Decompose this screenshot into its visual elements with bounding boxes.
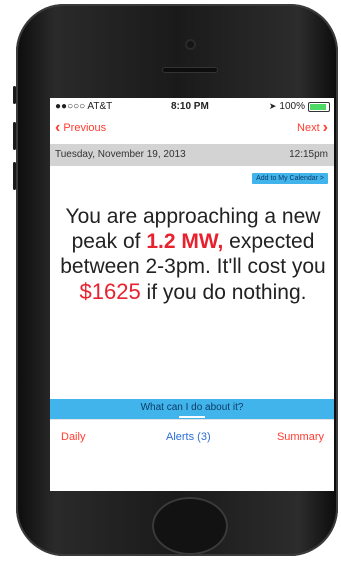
previous-button[interactable]: ‹ Previous <box>55 119 107 136</box>
alert-date: Tuesday, November 19, 2013 <box>55 149 186 160</box>
status-time: 8:10 PM <box>171 101 209 112</box>
date-bar: Tuesday, November 19, 2013 12:15pm <box>50 144 334 166</box>
chevron-right-icon: › <box>322 119 328 136</box>
mute-switch <box>13 86 16 104</box>
location-arrow-icon: ➤ <box>268 101 277 111</box>
front-camera <box>185 39 196 50</box>
tab-daily[interactable]: Daily <box>61 431 85 443</box>
phone-screen: ●●○○○ AT&T 8:10 PM ➤ 100% ‹ Previous Nex… <box>50 98 334 491</box>
peak-alert-message: You are approaching a new peak of 1.2 MW… <box>60 204 326 305</box>
volume-down-button <box>13 162 16 190</box>
cost-value: $1625 <box>79 279 141 304</box>
battery-percent: 100% <box>279 101 305 112</box>
add-to-calendar-button[interactable]: Add to My Calendar > <box>252 173 328 184</box>
peak-value: 1.2 MW, <box>146 230 224 253</box>
previous-label: Previous <box>63 122 107 134</box>
carrier-signal: ●●○○○ AT&T <box>55 101 113 112</box>
battery-icon <box>308 101 330 112</box>
alert-time: 12:15pm <box>289 149 328 160</box>
home-button[interactable] <box>152 497 228 555</box>
next-button[interactable]: Next › <box>297 119 328 136</box>
chevron-left-icon: ‹ <box>55 119 61 136</box>
message-text-3: if you do nothing. <box>140 281 307 304</box>
tab-summary[interactable]: Summary <box>277 431 324 443</box>
status-bar: ●●○○○ AT&T 8:10 PM ➤ 100% <box>50 98 334 116</box>
page-indicator <box>179 416 205 418</box>
earpiece-speaker <box>162 67 218 73</box>
tab-alerts[interactable]: Alerts (3) <box>166 431 211 443</box>
volume-up-button <box>13 122 16 150</box>
tab-bar: Daily Alerts (3) Summary <box>50 419 334 456</box>
phone-frame: ●●○○○ AT&T 8:10 PM ➤ 100% ‹ Previous Nex… <box>13 4 338 556</box>
next-label: Next <box>297 122 320 134</box>
navigation-bar: ‹ Previous Next › <box>50 116 334 144</box>
battery-status: ➤ 100% <box>269 101 330 112</box>
